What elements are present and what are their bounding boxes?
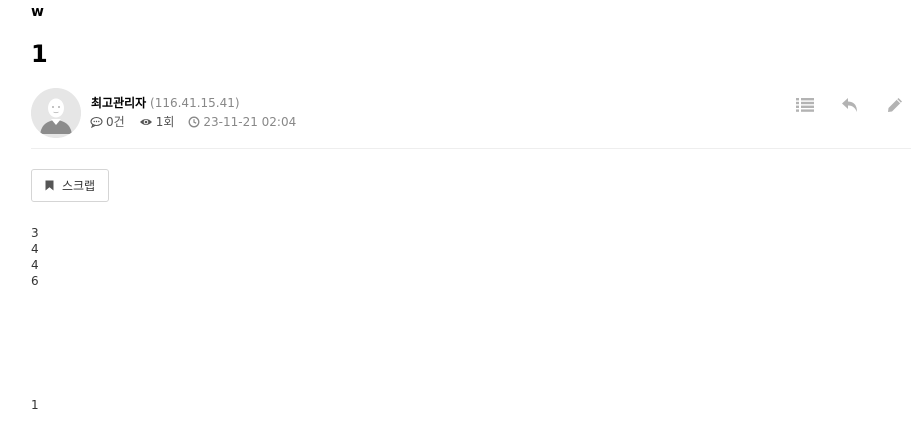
post-content: 3 4 4 6 xyxy=(31,225,39,289)
comment-count: 0건 xyxy=(90,113,125,130)
post-view-page: w 1 최고관리자 (116.41.15.41) 0건 1회 23-11-21 … xyxy=(0,0,911,426)
reply-icon xyxy=(842,98,857,112)
post-actions xyxy=(770,95,905,115)
post-category: w xyxy=(31,4,44,20)
bookmark-icon xyxy=(45,180,54,191)
content-line: 3 xyxy=(31,226,39,240)
view-count-text: 1회 xyxy=(155,115,175,129)
content-line: 4 xyxy=(31,242,39,256)
content-line: 6 xyxy=(31,274,39,288)
author-name[interactable]: 최고관리자 xyxy=(91,96,146,110)
author-info: 최고관리자 (116.41.15.41) xyxy=(91,94,240,111)
content-footer-line: 1 xyxy=(31,398,39,412)
post-meta: 0건 1회 23-11-21 02:04 xyxy=(90,113,310,130)
post-date-text: 23-11-21 02:04 xyxy=(203,114,297,129)
reply-button[interactable] xyxy=(840,95,860,115)
avatar-silhouette-icon xyxy=(31,88,81,138)
post-date: 23-11-21 02:04 xyxy=(188,115,296,129)
comment-icon xyxy=(90,116,103,128)
post-title: 1 xyxy=(31,40,48,68)
pencil-icon xyxy=(888,98,902,112)
scrap-button-label: 스크랩 xyxy=(61,179,96,193)
scrap-button[interactable]: 스크랩 xyxy=(31,169,109,202)
comment-count-text: 0건 xyxy=(106,115,125,129)
list-button[interactable] xyxy=(795,95,815,115)
edit-button[interactable] xyxy=(885,95,905,115)
header-divider xyxy=(31,148,911,149)
clock-icon xyxy=(188,116,200,127)
avatar xyxy=(31,88,81,138)
author-ip: (116.41.15.41) xyxy=(150,96,240,110)
content-line: 4 xyxy=(31,258,39,272)
view-count: 1회 xyxy=(139,113,175,130)
eye-icon xyxy=(139,118,152,125)
list-icon xyxy=(796,98,814,112)
